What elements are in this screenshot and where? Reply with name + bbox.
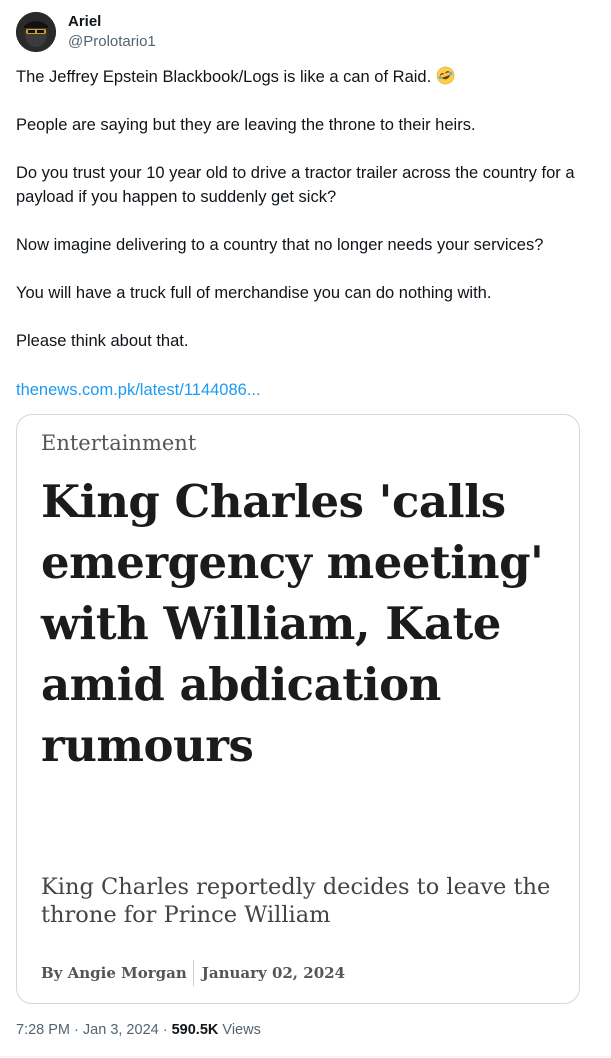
author-display-name[interactable]: Ariel [68,13,156,31]
avatar[interactable] [16,12,56,52]
card-date: January 02, 2024 [201,964,346,982]
avatar-image [16,12,56,52]
views-label: Views [222,1022,261,1038]
tweet-meta: 7:28 PM · Jan 3, 2024 · 590.5K Views [16,1020,261,1040]
meta-separator: · [162,1022,168,1038]
card-byline: By Angie Morgan January 02, 2024 [41,960,345,986]
author-handle[interactable]: @Prolotario1 [68,32,156,52]
tweet-header: Ariel @Prolotario1 [16,10,596,56]
card-category: Entertainment [41,431,197,455]
byline-divider [192,960,194,986]
tweet-body: The Jeffrey Epstein Blackbook/Logs is li… [16,65,591,377]
meta-separator: · [74,1022,79,1038]
tweet-paragraph: You will have a truck full of merchandis… [16,284,492,302]
tweet-time[interactable]: 7:28 PM [16,1022,70,1038]
rolling-on-floor-laughing-emoji-icon [436,66,455,85]
tweet-paragraph: People are saying but they are leaving t… [16,116,476,134]
card-author: By Angie Morgan [41,964,187,982]
tweet-paragraph: Please think about that. [16,332,189,350]
article-link[interactable]: thenews.com.pk/latest/1144086... [16,378,261,402]
tweet-paragraph: Do you trust your 10 year old to drive a… [16,164,575,206]
tweet-paragraph-text: The Jeffrey Epstein Blackbook/Logs is li… [16,68,432,86]
tweet-paragraph: Now imagine delivering to a country that… [16,236,544,254]
views-count: 590.5K [171,1022,219,1038]
card-subheadline: King Charles reportedly decides to leave… [41,874,551,928]
link-preview-card[interactable]: Entertainment King Charles 'calls emerge… [16,414,580,1004]
tweet-paragraph: The Jeffrey Epstein Blackbook/Logs is li… [16,65,591,89]
tweet-date[interactable]: Jan 3, 2024 [83,1022,159,1038]
card-headline: King Charles 'calls emergency meeting' w… [41,475,544,772]
divider [0,1056,611,1057]
